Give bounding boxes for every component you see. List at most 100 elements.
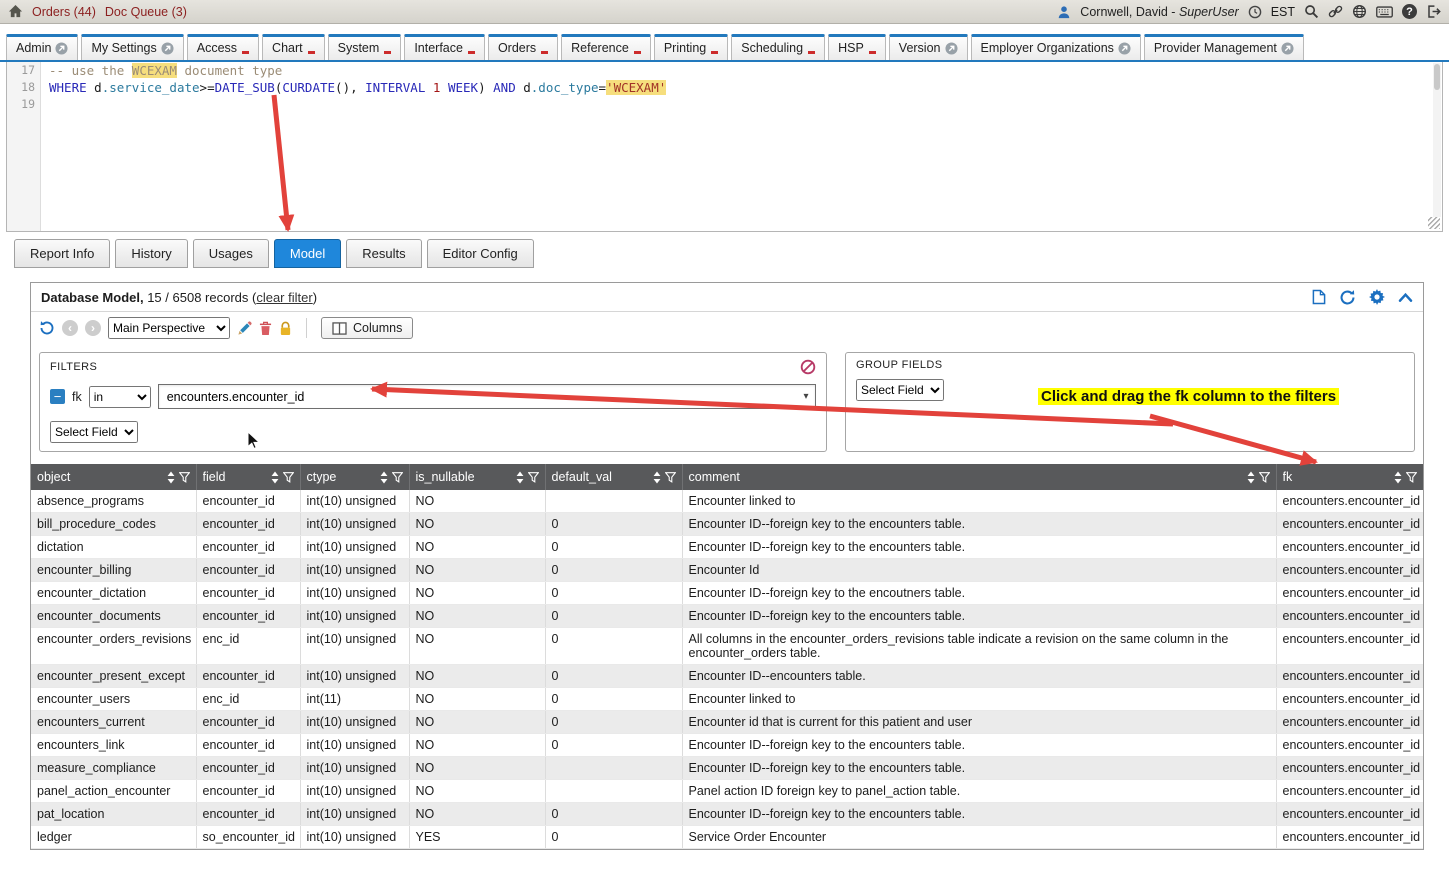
lock-icon[interactable] [279, 321, 292, 336]
table-row[interactable]: measure_complianceencounter_idint(10) un… [31, 757, 1423, 780]
table-row[interactable]: encounters_currentencounter_idint(10) un… [31, 711, 1423, 734]
globe-icon[interactable] [1352, 4, 1367, 19]
filter-icon[interactable] [179, 472, 190, 483]
sort-icon[interactable] [516, 471, 524, 484]
add-filter-field-select[interactable]: Select Field [50, 421, 138, 443]
sql-editor[interactable]: 17-- use the WCEXAM document type18WHERE… [6, 62, 1443, 232]
combo-dropdown-icon[interactable]: ▾ [797, 391, 815, 402]
columns-button[interactable]: Columns [321, 317, 413, 339]
table-row[interactable]: encounter_orders_revisionsenc_idint(10) … [31, 628, 1423, 665]
nav-tab-chart[interactable]: Chart [262, 34, 325, 60]
nav-tab-access[interactable]: Access [187, 34, 259, 60]
perspective-select[interactable]: Main Perspective [108, 317, 230, 339]
table-row[interactable]: panel_action_encounterencounter_idint(10… [31, 780, 1423, 803]
table-row[interactable]: dictationencounter_idint(10) unsignedNO0… [31, 536, 1423, 559]
group-fields-label: GROUP FIELDS [856, 359, 943, 371]
column-label: comment [689, 470, 1243, 484]
nav-tab-admin[interactable]: Admin [6, 34, 78, 60]
help-icon[interactable]: ? [1402, 4, 1417, 19]
sort-icon[interactable] [1247, 471, 1255, 484]
tab-history[interactable]: History [115, 239, 187, 268]
keyboard-icon[interactable] [1376, 6, 1393, 18]
filter-icon[interactable] [528, 472, 539, 483]
nav-tab-interface[interactable]: Interface [404, 34, 485, 60]
nav-tab-provider-management[interactable]: Provider Management [1144, 34, 1304, 60]
user-name[interactable]: Cornwell, David - SuperUser [1080, 5, 1238, 19]
delete-trash-icon[interactable] [259, 321, 272, 336]
link-icon[interactable] [1328, 4, 1343, 19]
doc-queue-link[interactable]: Doc Queue (3) [105, 5, 187, 19]
table-row[interactable]: encounter_usersenc_idint(11)NO0Encounter… [31, 688, 1423, 711]
nav-tab-employer-organizations[interactable]: Employer Organizations [971, 34, 1141, 60]
column-header-field[interactable]: field [196, 464, 300, 490]
sort-icon[interactable] [380, 471, 388, 484]
cell-comment: Encounter linked to [682, 688, 1276, 711]
tab-model[interactable]: Model [274, 239, 341, 268]
nav-tab-orders[interactable]: Orders [488, 34, 558, 60]
remove-filter-icon[interactable] [800, 359, 816, 375]
filter-icon[interactable] [283, 472, 294, 483]
table-row[interactable]: encounter_documentsencounter_idint(10) u… [31, 605, 1423, 628]
collapse-chevron-icon[interactable] [1398, 291, 1413, 304]
filter-icon[interactable] [665, 472, 676, 483]
sort-icon[interactable] [1394, 471, 1402, 484]
nav-tab-hsp[interactable]: HSP [828, 34, 886, 60]
sort-icon[interactable] [271, 471, 279, 484]
nav-tab-my-settings[interactable]: My Settings [81, 34, 183, 60]
edit-pencil-icon[interactable] [237, 321, 252, 336]
column-label: is_nullable [416, 470, 512, 484]
sort-icon[interactable] [167, 471, 175, 484]
new-document-icon[interactable] [1312, 289, 1326, 305]
filter-value-input[interactable] [159, 390, 797, 404]
nav-tab-printing[interactable]: Printing [654, 34, 728, 60]
nav-tab-scheduling[interactable]: Scheduling [731, 34, 825, 60]
table-row[interactable]: encounter_dictationencounter_idint(10) u… [31, 582, 1423, 605]
clear-filter-link[interactable]: clear filter [256, 290, 312, 305]
filter-icon[interactable] [1259, 472, 1270, 483]
tab-editor-config[interactable]: Editor Config [427, 239, 534, 268]
group-field-select[interactable]: Select Field [856, 379, 944, 401]
sort-icon[interactable] [653, 471, 661, 484]
table-row[interactable]: absence_programsencounter_idint(10) unsi… [31, 490, 1423, 513]
logout-icon[interactable] [1426, 4, 1441, 19]
refresh-icon[interactable] [1339, 289, 1356, 306]
column-header-object[interactable]: object [31, 464, 196, 490]
search-icon[interactable] [1304, 4, 1319, 19]
resize-handle-icon[interactable] [1428, 217, 1440, 229]
cell-default-val: 0 [545, 688, 682, 711]
clock-icon[interactable] [1248, 5, 1262, 19]
history-back-icon[interactable]: ‹ [62, 320, 78, 336]
home-icon[interactable] [8, 4, 23, 19]
editor-scrollbar[interactable] [1433, 63, 1441, 217]
cell-field: encounter_id [196, 711, 300, 734]
table-row[interactable]: pat_locationencounter_idint(10) unsigned… [31, 803, 1423, 826]
scrollbar-thumb[interactable] [1434, 64, 1440, 90]
table-row[interactable]: encounters_linkencounter_idint(10) unsig… [31, 734, 1423, 757]
column-header-ctype[interactable]: ctype [300, 464, 409, 490]
column-header-default-val[interactable]: default_val [545, 464, 682, 490]
tab-report-info[interactable]: Report Info [14, 239, 110, 268]
collapse-filter-icon[interactable]: − [50, 389, 65, 404]
table-row[interactable]: bill_procedure_codesencounter_idint(10) … [31, 513, 1423, 536]
nav-tab-version[interactable]: Version [889, 34, 968, 60]
nav-tab-reference[interactable]: Reference [561, 34, 651, 60]
gear-icon[interactable] [1369, 289, 1385, 305]
tab-usages[interactable]: Usages [193, 239, 269, 268]
history-forward-icon[interactable]: › [85, 320, 101, 336]
cell-field: encounter_id [196, 582, 300, 605]
table-row[interactable]: encounter_present_exceptencounter_idint(… [31, 665, 1423, 688]
column-header-fk[interactable]: fk [1276, 464, 1423, 490]
filter-operator-select[interactable]: in [89, 386, 151, 408]
table-row[interactable]: ledgerso_encounter_idint(10) unsignedYES… [31, 826, 1423, 849]
cell-field: encounter_id [196, 536, 300, 559]
filter-icon[interactable] [392, 472, 403, 483]
tab-results[interactable]: Results [346, 239, 421, 268]
filter-icon[interactable] [1406, 472, 1417, 483]
table-row[interactable]: encounter_billingencounter_idint(10) uns… [31, 559, 1423, 582]
orders-link[interactable]: Orders (44) [32, 5, 96, 19]
nav-tab-system[interactable]: System [328, 34, 402, 60]
cell-field: encounter_id [196, 665, 300, 688]
column-header-is-nullable[interactable]: is_nullable [409, 464, 545, 490]
column-header-comment[interactable]: comment [682, 464, 1276, 490]
reset-icon[interactable] [39, 320, 55, 336]
